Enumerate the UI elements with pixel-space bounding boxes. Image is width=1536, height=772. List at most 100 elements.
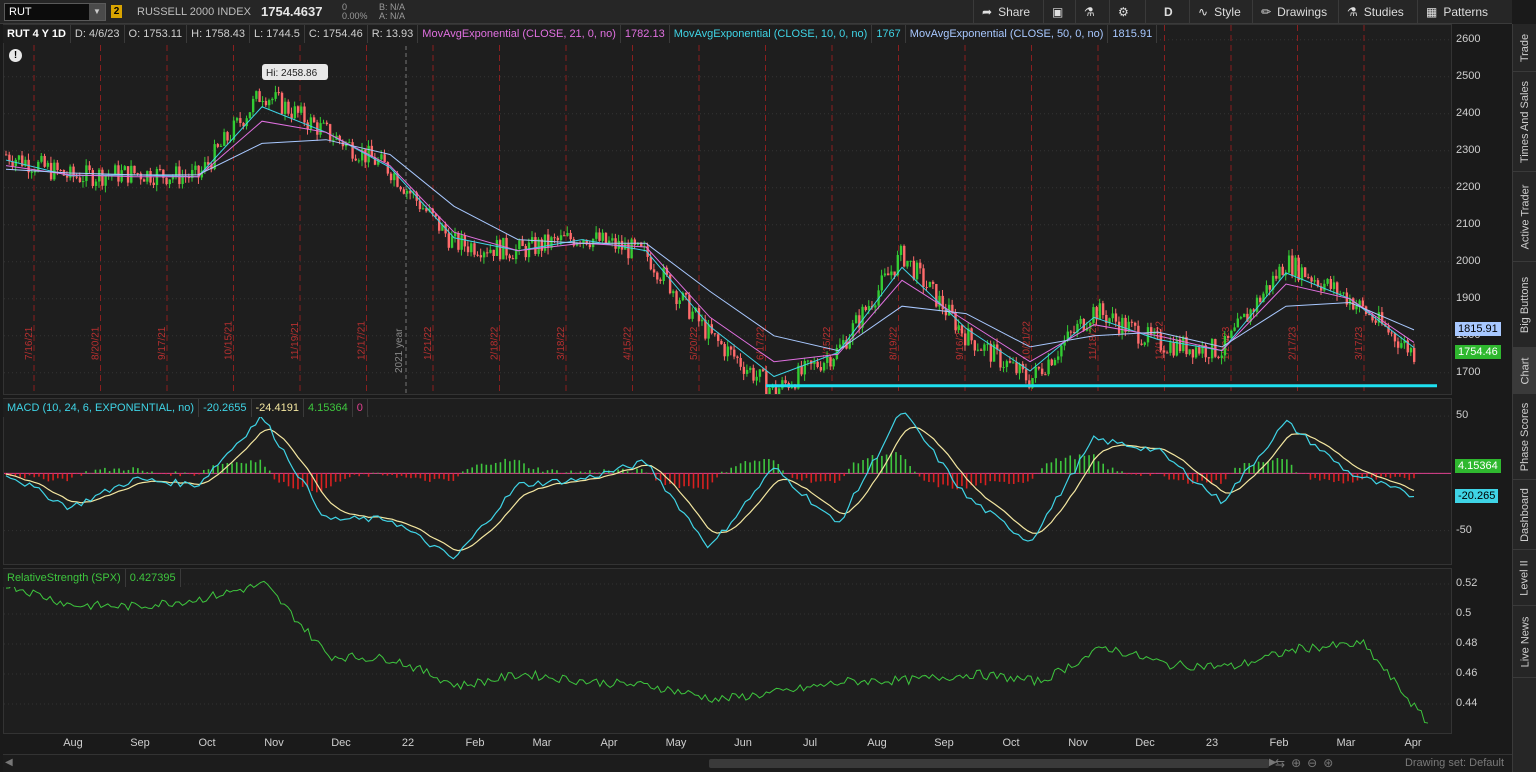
price-axis-tick: 2100	[1456, 217, 1481, 230]
tab-level-ii[interactable]: Level II	[1513, 550, 1536, 606]
camera-icon: ▣	[1052, 5, 1064, 19]
candle-body	[383, 154, 386, 163]
candle-body	[1069, 331, 1073, 333]
ask-value: A: N/A	[379, 11, 406, 21]
candle-body	[765, 371, 768, 394]
symbol-dropdown-icon[interactable]: ▼	[89, 4, 105, 20]
rs-label[interactable]: RelativeStrength (SPX)	[3, 569, 126, 587]
candle-body	[380, 154, 383, 160]
price-panel[interactable]: 7/16/21 8/20/21 9/17/21 10/15/21 11/19/21 12/…	[3, 24, 1452, 395]
chart-scrollbar[interactable]: ◀ ▶ ⇆⊕⊖⊛ Drawing set: Default	[3, 754, 1512, 772]
candle-body	[899, 245, 903, 255]
candle-body	[402, 189, 406, 194]
ema10-label[interactable]: MovAvgExponential (CLOSE, 10, 0, no)	[670, 25, 873, 43]
macd-label[interactable]: MACD (10, 24, 6, EXPONENTIAL, no)	[3, 399, 200, 417]
patterns-button[interactable]: ▦ Patterns	[1417, 0, 1512, 24]
candle-body	[874, 305, 877, 308]
time-axis-label: Jun	[734, 737, 752, 749]
drawings-label: Drawings	[1277, 5, 1328, 19]
candle-body	[1259, 297, 1262, 303]
candle-body	[1137, 325, 1140, 344]
candle-body	[389, 173, 393, 181]
candle-body	[822, 362, 826, 371]
pan-icon[interactable]: ⇆	[1275, 756, 1291, 770]
candle-body	[1169, 342, 1172, 353]
tab-chart[interactable]: Chart	[1513, 348, 1536, 394]
tab-phase-scores[interactable]: Phase Scores	[1513, 394, 1536, 480]
macd-panel[interactable]	[3, 398, 1452, 565]
candle-body	[498, 240, 502, 260]
zoom-controls[interactable]: ⇆⊕⊖⊛	[1275, 756, 1339, 770]
candle-body	[460, 235, 463, 250]
symbol-input[interactable]: RUT ▼	[4, 3, 106, 21]
ema50-label[interactable]: MovAvgExponential (CLOSE, 50, 0, no)	[906, 25, 1109, 43]
candle-body	[489, 249, 492, 253]
ema50-price-tag: 1815.91	[1455, 321, 1501, 336]
share-button[interactable]: ➦ Share	[973, 0, 1043, 24]
candle-body	[1121, 317, 1124, 334]
tab-live-news[interactable]: Live News	[1513, 606, 1536, 678]
candle-body	[887, 273, 890, 276]
candle-body	[752, 367, 755, 381]
settings-button[interactable]: ⚙	[1109, 0, 1145, 24]
relative-strength-panel[interactable]	[3, 568, 1452, 734]
candle-body	[880, 275, 883, 291]
candle-body	[983, 344, 986, 351]
candle-body	[133, 165, 136, 174]
time-axis[interactable]: Aug Sep Oct Nov Dec 22 Feb Mar Apr May Jun Jul Aug Se…	[3, 734, 1452, 754]
alert-icon[interactable]: !	[9, 49, 22, 62]
scroll-thumb[interactable]	[709, 759, 1269, 768]
candle-body	[40, 155, 43, 162]
macd-axis[interactable]: 50 -50 4.15364 -20.265	[1453, 398, 1511, 565]
candle-body	[980, 349, 983, 351]
tab-active-trader[interactable]: Active Trader	[1513, 172, 1536, 262]
symbol-period[interactable]: RUT 4 Y 1D	[3, 25, 71, 43]
studies-button[interactable]: ⚗ Studies	[1338, 0, 1417, 24]
timeframe-button[interactable]: D	[1145, 0, 1189, 24]
lab-button[interactable]: ⚗	[1075, 0, 1109, 24]
candle-body	[1114, 313, 1118, 322]
rs-axis[interactable]: 0.52 0.5 0.48 0.46 0.44	[1453, 568, 1511, 734]
candle-body	[300, 106, 303, 113]
rs-header: RelativeStrength (SPX) 0.427395	[3, 569, 181, 587]
macd-value: -20.2655	[199, 399, 252, 417]
ohlc-range: R: 13.93	[368, 25, 419, 43]
candle-body	[1342, 292, 1345, 294]
price-change: 0 0.00%	[342, 3, 368, 21]
candle-body	[1243, 313, 1246, 318]
candle-body	[168, 179, 171, 185]
drawings-button[interactable]: ✏ Drawings	[1252, 0, 1338, 24]
rs-axis-tick: 0.52	[1456, 577, 1478, 589]
expiry-label: 8/20/21	[91, 326, 102, 360]
scroll-left-icon[interactable]: ◀	[5, 757, 13, 768]
candle-body	[463, 235, 467, 247]
drawing-set-label[interactable]: Drawing set: Default	[1405, 757, 1504, 769]
candle-body	[447, 233, 451, 248]
tab-big-buttons[interactable]: Big Buttons	[1513, 262, 1536, 348]
price-axis[interactable]: 2600250024002300220021002000190018001700…	[1453, 24, 1511, 395]
price-chart[interactable]: 7/16/21 8/20/21 9/17/21 10/15/21 11/19/21 12/…	[4, 25, 1452, 395]
snapshot-button[interactable]: ▣	[1043, 0, 1075, 24]
candle-body	[1413, 347, 1416, 362]
zoom-in-icon[interactable]: ⊕	[1291, 756, 1307, 770]
tab-trade[interactable]: Trade	[1513, 24, 1536, 72]
link-group-badge[interactable]: 2	[111, 5, 122, 18]
zoom-reset-icon[interactable]: ⊛	[1323, 756, 1339, 770]
candle-body	[479, 255, 483, 258]
candle-body	[492, 249, 495, 256]
candle-body	[838, 344, 842, 348]
style-button[interactable]: ∿ Style	[1189, 0, 1252, 24]
tab-times-and-sales[interactable]: Times And Sales	[1513, 72, 1536, 172]
zoom-out-icon[interactable]: ⊖	[1307, 756, 1323, 770]
candle-body	[75, 176, 78, 178]
ema21-label[interactable]: MovAvgExponential (CLOSE, 21, 0, no)	[418, 25, 621, 43]
relative-strength-chart[interactable]	[4, 569, 1452, 734]
candle-body	[543, 234, 547, 251]
tab-dashboard[interactable]: Dashboard	[1513, 480, 1536, 550]
candle-body	[556, 237, 560, 241]
macd-chart[interactable]	[4, 399, 1452, 565]
candle-body	[1329, 278, 1333, 289]
candle-body	[1303, 267, 1307, 278]
candle-body	[271, 98, 274, 101]
rs-line	[5, 580, 1429, 724]
